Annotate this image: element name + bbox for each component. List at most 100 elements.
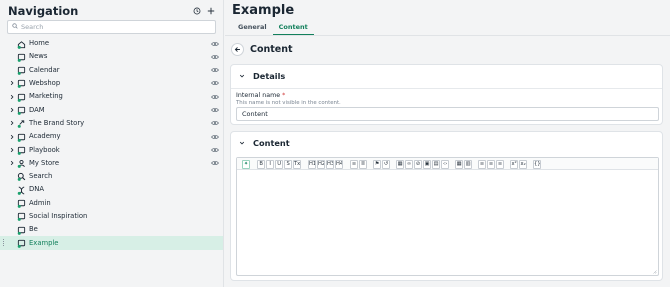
bold-button[interactable]: B bbox=[257, 159, 266, 169]
chevron-right-icon[interactable] bbox=[9, 134, 15, 140]
tree-item-label: Example bbox=[29, 238, 59, 247]
embed-code-icon[interactable]: {} bbox=[533, 159, 542, 169]
visibility-eye-icon[interactable] bbox=[211, 67, 219, 73]
chevron-right-icon[interactable] bbox=[9, 80, 15, 86]
tree-item[interactable]: Search bbox=[0, 170, 223, 183]
tree-item[interactable]: Social Inspiration bbox=[0, 210, 223, 223]
tree-item-label: My Store bbox=[29, 158, 60, 167]
grid-icon[interactable]: ▦ bbox=[455, 159, 464, 169]
heading4-button[interactable]: H4 bbox=[335, 159, 344, 169]
code-icon[interactable]: ‹› bbox=[441, 159, 450, 169]
tree-item-label: Home bbox=[29, 39, 50, 48]
content-toggle[interactable]: Content bbox=[239, 138, 290, 148]
user-page-icon bbox=[17, 159, 26, 169]
tab-general[interactable]: General bbox=[232, 21, 273, 35]
tree-item[interactable]: Academy bbox=[0, 130, 223, 143]
chevron-right-icon[interactable] bbox=[9, 147, 15, 153]
superscript-button[interactable]: x² bbox=[510, 159, 519, 169]
heading3-button[interactable]: H3 bbox=[326, 159, 335, 169]
page-icon bbox=[17, 199, 26, 208]
drag-handle-icon[interactable] bbox=[3, 239, 6, 247]
tree-item-label: The Brand Story bbox=[29, 118, 85, 127]
tree-item[interactable]: The Brand Story bbox=[0, 117, 223, 130]
align-right-icon[interactable]: ≡ bbox=[496, 159, 505, 169]
subscript-button[interactable]: x₂ bbox=[519, 159, 528, 169]
flag-icon[interactable]: ⚑ bbox=[373, 159, 382, 169]
internal-name-input[interactable]: Content bbox=[236, 107, 659, 121]
tab-content[interactable]: Content bbox=[272, 21, 314, 35]
tree-item[interactable]: Home bbox=[0, 37, 223, 50]
chevron-right-icon[interactable] bbox=[9, 107, 15, 113]
tree-item-label: Admin bbox=[29, 198, 51, 207]
page-icon bbox=[17, 226, 26, 235]
numbered-list-button[interactable]: ≣ bbox=[359, 159, 368, 169]
arrow-left-icon bbox=[234, 47, 240, 52]
heading1-button[interactable]: H1 bbox=[308, 159, 317, 169]
visibility-eye-icon[interactable] bbox=[211, 107, 219, 113]
align-left-icon[interactable]: ≡ bbox=[478, 159, 487, 169]
chevron-right-icon[interactable] bbox=[9, 120, 15, 126]
section-heading: Content bbox=[250, 44, 293, 55]
home-page-icon bbox=[17, 40, 26, 49]
visibility-eye-icon[interactable] bbox=[211, 54, 219, 60]
link-page-icon bbox=[17, 119, 26, 129]
history-icon[interactable] bbox=[193, 7, 201, 15]
tree-item-label: Be bbox=[29, 225, 38, 234]
chevron-right-icon[interactable] bbox=[9, 94, 15, 100]
back-button[interactable] bbox=[231, 43, 244, 56]
visibility-eye-icon[interactable] bbox=[211, 94, 219, 100]
tree-item[interactable]: Playbook bbox=[0, 143, 223, 156]
tree-item[interactable]: Webshop bbox=[0, 77, 223, 90]
search-field[interactable] bbox=[7, 20, 216, 34]
page-icon bbox=[17, 133, 26, 142]
visibility-eye-icon[interactable] bbox=[211, 160, 219, 166]
tree-item[interactable]: News bbox=[0, 50, 223, 63]
tree-item[interactable]: Marketing bbox=[0, 90, 223, 103]
search-page-icon bbox=[17, 172, 26, 182]
columns-icon[interactable]: ▥ bbox=[464, 159, 473, 169]
align-center-icon[interactable]: ≡ bbox=[487, 159, 496, 169]
media-icon[interactable]: ▤ bbox=[432, 159, 441, 169]
search-icon bbox=[12, 23, 18, 31]
visibility-eye-icon[interactable] bbox=[211, 134, 219, 140]
page-icon bbox=[17, 93, 26, 102]
content-title: Content bbox=[253, 138, 290, 148]
tree-item[interactable]: Example bbox=[0, 236, 223, 250]
tree-item[interactable]: My Store bbox=[0, 157, 223, 170]
chevron-down-icon bbox=[239, 74, 245, 78]
strikethrough-button[interactable]: S bbox=[284, 159, 293, 169]
clear-format-button[interactable]: Tx bbox=[293, 159, 302, 169]
tab-bar: General Content bbox=[232, 21, 314, 35]
heading2-button[interactable]: H2 bbox=[317, 159, 326, 169]
italic-button[interactable]: I bbox=[266, 159, 275, 169]
add-icon[interactable] bbox=[207, 7, 215, 15]
chevron-right-icon[interactable] bbox=[9, 160, 15, 166]
undo-icon[interactable]: ↺ bbox=[382, 159, 391, 169]
underline-button[interactable]: U bbox=[275, 159, 284, 169]
details-card: Details Internal name * This name is not… bbox=[230, 64, 663, 125]
tree-item[interactable]: Calendar bbox=[0, 64, 223, 77]
tree-item[interactable]: Admin bbox=[0, 197, 223, 210]
bullet-list-button[interactable]: ≡ bbox=[350, 159, 359, 169]
tree-item[interactable]: DNA bbox=[0, 183, 223, 196]
card-divider bbox=[231, 88, 662, 89]
resize-handle-icon[interactable] bbox=[652, 269, 657, 274]
content-card: Content ✦ B I U S Tx H1 H2 H3 H4 ≡ ≣ ⚑ ↺ ▦ ∞ ⊘ ▣ ▤ ‹› ▦ ▥ ≡ ≡ ≡ x… bbox=[230, 131, 663, 281]
rich-text-editor[interactable]: ✦ B I U S Tx H1 H2 H3 H4 ≡ ≣ ⚑ ↺ ▦ ∞ ⊘ ▣ ▤ ‹› ▦ ▥ ≡ ≡ ≡ x² x₂{} bbox=[236, 157, 659, 276]
ai-assist-icon[interactable]: ✦ bbox=[242, 159, 251, 169]
visibility-eye-icon[interactable] bbox=[211, 41, 219, 47]
visibility-eye-icon[interactable] bbox=[211, 120, 219, 126]
link-icon[interactable]: ∞ bbox=[405, 159, 414, 169]
unlink-icon[interactable]: ⊘ bbox=[414, 159, 423, 169]
table-icon[interactable]: ▦ bbox=[396, 159, 405, 169]
tree-item[interactable]: DAM bbox=[0, 103, 223, 116]
tree-item-label: Webshop bbox=[29, 79, 61, 88]
editor-toolbar: ✦ B I U S Tx H1 H2 H3 H4 ≡ ≣ ⚑ ↺ ▦ ∞ ⊘ ▣ ▤ ‹› ▦ ▥ ≡ ≡ ≡ x² x₂{} bbox=[237, 158, 658, 170]
visibility-eye-icon[interactable] bbox=[211, 80, 219, 86]
visibility-eye-icon[interactable] bbox=[211, 147, 219, 153]
navigation-tree: Home News Calendar Webshop Marketing DAM The B… bbox=[0, 37, 223, 250]
image-icon[interactable]: ▣ bbox=[423, 159, 432, 169]
details-toggle[interactable]: Details bbox=[239, 71, 285, 81]
search-input[interactable] bbox=[21, 23, 201, 31]
tree-item[interactable]: Be bbox=[0, 223, 223, 236]
